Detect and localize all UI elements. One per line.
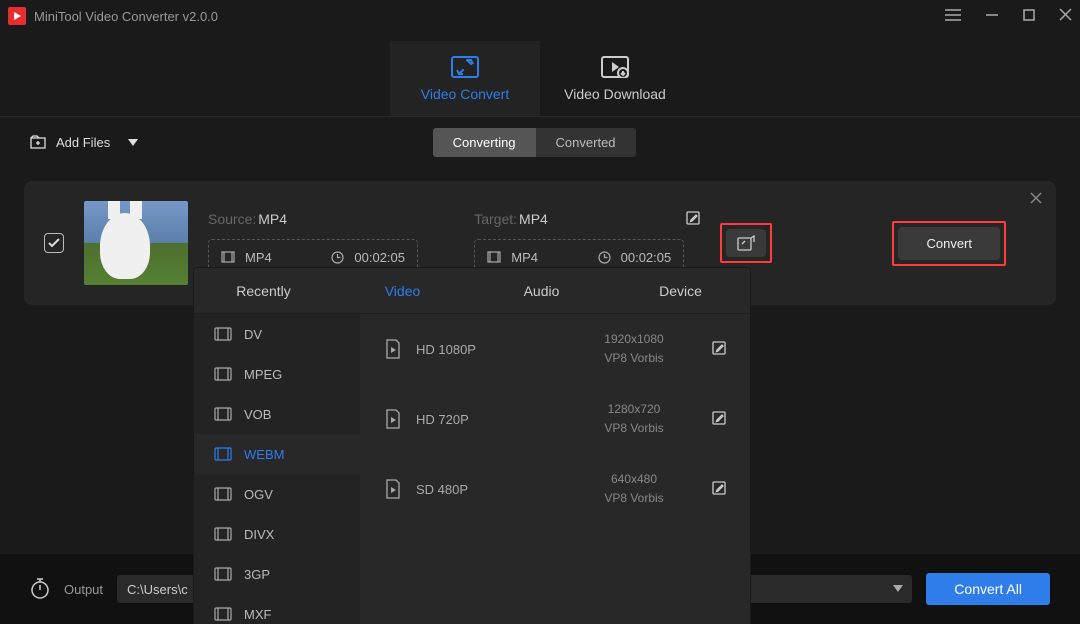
preset-sd-480p[interactable]: SD 480P640x480VP8 Vorbis [360,454,750,524]
app-logo [8,7,26,25]
add-files-button[interactable]: Add Files [30,135,110,150]
popover-tab-video[interactable]: Video [333,268,472,313]
convert-all-button[interactable]: Convert All [926,573,1050,605]
file-thumbnail [84,201,188,285]
preset-hd-720p[interactable]: HD 720P1280x720VP8 Vorbis [360,384,750,454]
format-item-webm[interactable]: WEBM [194,434,360,474]
convert-button[interactable]: Convert [898,227,1000,260]
tab-video-convert[interactable]: Video Convert [390,41,540,116]
tab-video-download[interactable]: Video Download [540,41,690,116]
format-item-3gp[interactable]: 3GP [194,554,360,594]
preset-hd-1080p[interactable]: HD 1080P1920x1080VP8 Vorbis [360,314,750,384]
preset-config-icon[interactable] [712,341,726,358]
source-format-badge: MP4 [245,250,272,265]
preset-config-icon[interactable] [712,411,726,428]
tab-converted[interactable]: Converted [536,128,636,157]
target-format-badge: MP4 [511,250,538,265]
popover-tab-audio[interactable]: Audio [472,268,611,313]
edit-video-button[interactable] [726,229,766,257]
popover-tab-device[interactable]: Device [611,268,750,313]
close-icon[interactable] [1059,8,1072,24]
source-label: Source:MP4 [208,211,434,227]
status-toggle: Converting Converted [433,128,636,157]
format-item-dv[interactable]: DV [194,314,360,354]
file-checkbox[interactable] [44,233,64,253]
output-path-dropdown-icon[interactable] [884,575,912,603]
menu-icon[interactable] [945,8,961,24]
app-title: MiniTool Video Converter v2.0.0 [34,9,945,24]
tab-video-convert-label: Video Convert [421,86,509,102]
format-item-mxf[interactable]: MXF [194,594,360,624]
preset-list: HD 1080P1920x1080VP8 VorbisHD 720P1280x7… [360,314,750,624]
stopwatch-icon[interactable] [30,577,50,602]
format-item-divx[interactable]: DIVX [194,514,360,554]
target-duration: 00:02:05 [621,250,672,265]
source-duration: 00:02:05 [354,250,405,265]
popover-tab-recently[interactable]: Recently [194,268,333,313]
edit-highlight [720,223,772,263]
maximize-icon[interactable] [1023,8,1035,24]
format-list: DVMPEGVOBWEBMOGVDIVX3GPMXF [194,314,360,624]
target-label: Target:MP4 [474,211,700,227]
add-files-dropdown-icon[interactable] [128,135,138,150]
target-edit-icon[interactable] [686,211,700,228]
format-item-ogv[interactable]: OGV [194,474,360,514]
format-item-vob[interactable]: VOB [194,394,360,434]
remove-file-icon[interactable] [1030,191,1042,207]
add-files-label: Add Files [56,135,110,150]
format-item-mpeg[interactable]: MPEG [194,354,360,394]
minimize-icon[interactable] [985,8,999,25]
format-popover: Recently Video Audio Device DVMPEGVOBWEB… [194,268,750,624]
tab-video-download-label: Video Download [564,86,666,102]
preset-config-icon[interactable] [712,481,726,498]
tab-converting[interactable]: Converting [433,128,536,157]
convert-highlight: Convert [892,221,1006,266]
output-label: Output [64,582,103,597]
